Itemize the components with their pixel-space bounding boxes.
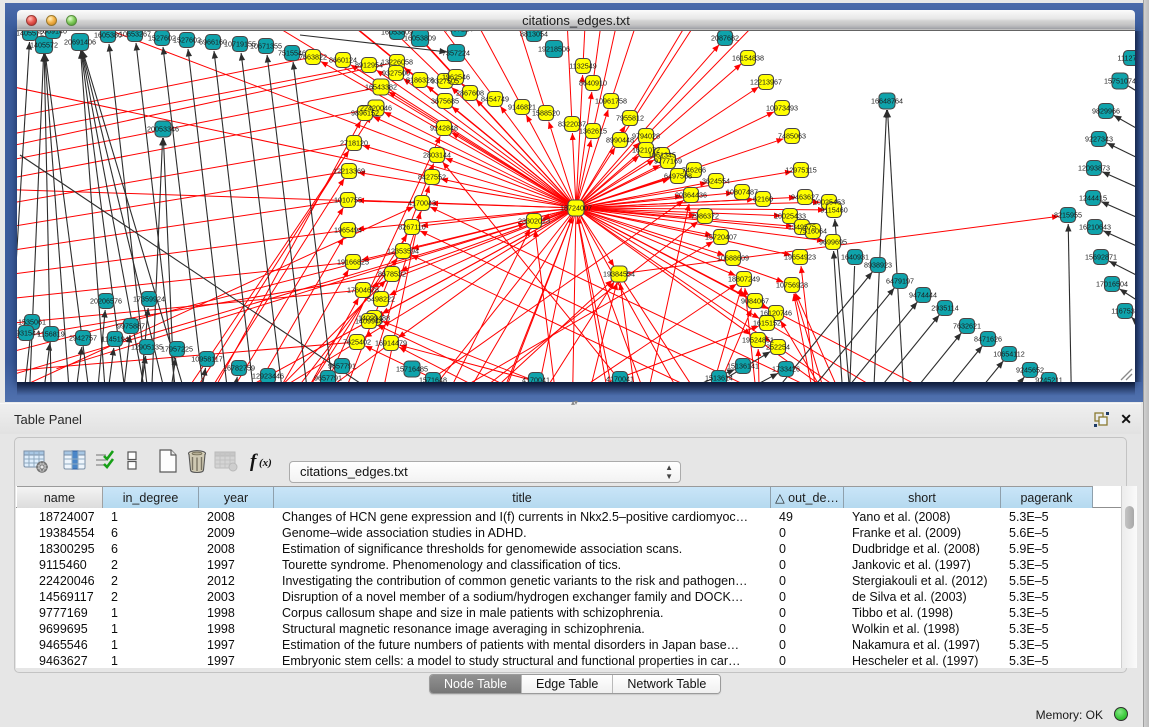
svg-text:f: f <box>250 451 258 472</box>
svg-text:(x): (x) <box>259 457 272 469</box>
